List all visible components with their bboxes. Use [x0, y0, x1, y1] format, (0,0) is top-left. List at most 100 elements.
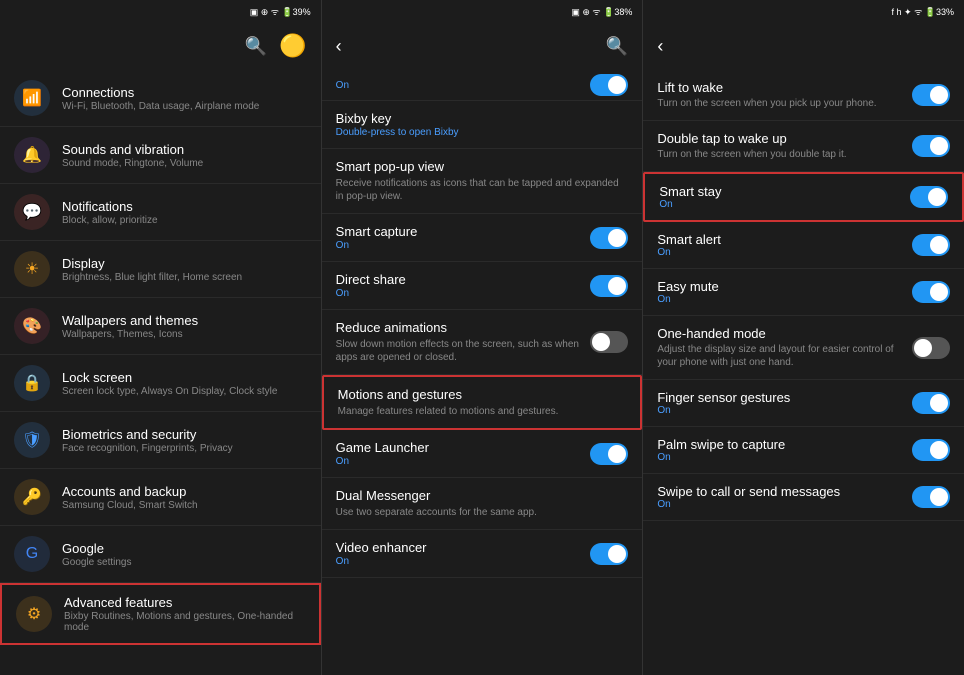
adv-status-smart-capture: On [336, 240, 418, 251]
search-icon-1[interactable]: 🔍 [245, 36, 267, 57]
motion-item-lift-wake[interactable]: Lift to wake Turn on the screen when you… [643, 70, 964, 121]
advanced-list: On Bixby key Double-press to open Bixby … [322, 70, 643, 675]
adv-item-reduce-animations[interactable]: Reduce animations Slow down motion effec… [322, 310, 643, 375]
adv-item-bixby-key[interactable]: Bixby key Double-press to open Bixby [322, 101, 643, 149]
toggle-easy-mute[interactable] [912, 281, 950, 303]
motion-text-finger-sensor: Finger sensor gestures On [657, 390, 902, 416]
settings-item-sounds[interactable]: 🔔 Sounds and vibration Sound mode, Ringt… [0, 127, 321, 184]
item-title-notifications: Notifications [62, 199, 307, 214]
item-subtitle-lockscreen: Screen lock type, Always On Display, Clo… [62, 386, 307, 397]
toggle-video-enhancer[interactable] [590, 543, 628, 565]
item-icon-notifications: 💬 [14, 194, 50, 230]
adv-desc-dual-messenger: Use two separate accounts for the same a… [336, 506, 537, 519]
back-icon-2[interactable]: ‹ [336, 36, 342, 57]
item-icon-google: G [14, 536, 50, 572]
settings-item-connections[interactable]: 📶 Connections Wi-Fi, Bluetooth, Data usa… [0, 70, 321, 127]
battery-icon-1: ▣ ⊕ ᯤ 🔋39% [250, 5, 311, 18]
motion-item-palm-swipe[interactable]: Palm swipe to capture On [643, 427, 964, 474]
settings-item-advanced[interactable]: ⚙ Advanced features Bixby Routines, Moti… [0, 583, 321, 645]
toggle-double-tap-wake[interactable] [912, 135, 950, 157]
toggle-swipe-call[interactable] [912, 486, 950, 508]
back-icon-3[interactable]: ‹ [657, 36, 663, 57]
panel-settings: ▣ ⊕ ᯤ 🔋39% 🔍 🟡 📶 Connections Wi-Fi, Blue… [0, 0, 322, 675]
battery-icon-2: ▣ ⊕ ᯤ 🔋38% [571, 5, 632, 18]
adv-desc-reduce-animations: Slow down motion effects on the screen, … [336, 338, 591, 364]
item-subtitle-display: Brightness, Blue light filter, Home scre… [62, 272, 307, 283]
motions-list: Lift to wake Turn on the screen when you… [643, 70, 964, 675]
toggle-smart-alert[interactable] [912, 234, 950, 256]
item-subtitle-google: Google settings [62, 557, 307, 568]
toggle-partial[interactable] [590, 74, 628, 96]
item-text-wallpapers: Wallpapers and themes Wallpapers, Themes… [62, 313, 307, 340]
toggle-one-handed[interactable] [912, 337, 950, 359]
motion-item-finger-sensor[interactable]: Finger sensor gestures On [643, 380, 964, 427]
motion-desc-one-handed: Adjust the display size and layout for e… [657, 343, 902, 369]
adv-item-text-video-enhancer: Video enhancer On [336, 540, 427, 567]
settings-item-display[interactable]: ☀ Display Brightness, Blue light filter,… [0, 241, 321, 298]
adv-item-video-enhancer[interactable]: Video enhancer On [322, 530, 643, 578]
motion-status-palm-swipe: On [657, 452, 902, 463]
toggle-direct-share[interactable] [590, 275, 628, 297]
status-bar-2: ▣ ⊕ ᯤ 🔋38% [322, 0, 643, 22]
toggle-reduce-animations[interactable] [590, 331, 628, 353]
adv-item-smart-popup[interactable]: Smart pop-up view Receive notifications … [322, 149, 643, 214]
header-1: 🔍 🟡 [0, 22, 321, 70]
item-text-accounts: Accounts and backup Samsung Cloud, Smart… [62, 484, 307, 511]
motion-title-smart-stay: Smart stay [659, 184, 900, 199]
item-title-google: Google [62, 541, 307, 556]
adv-item-game-launcher[interactable]: Game Launcher On [322, 430, 643, 478]
motion-item-double-tap-wake[interactable]: Double tap to wake up Turn on the screen… [643, 121, 964, 172]
motion-status-finger-sensor: On [657, 405, 902, 416]
adv-row-smart-capture: Smart capture On [336, 224, 629, 251]
toggle-smart-stay[interactable] [910, 186, 948, 208]
item-title-biometrics: Biometrics and security [62, 427, 307, 442]
motion-item-swipe-call[interactable]: Swipe to call or send messages On [643, 474, 964, 521]
status-bar-1: ▣ ⊕ ᯤ 🔋39% [0, 0, 321, 22]
adv-item-text-bixby-key: Bixby key Double-press to open Bixby [336, 111, 459, 138]
toggle-game-launcher[interactable] [590, 443, 628, 465]
item-subtitle-notifications: Block, allow, prioritize [62, 215, 307, 226]
item-subtitle-advanced: Bixby Routines, Motions and gestures, On… [64, 611, 305, 633]
item-title-wallpapers: Wallpapers and themes [62, 313, 307, 328]
toggle-lift-wake[interactable] [912, 84, 950, 106]
adv-item-partial[interactable]: On [322, 70, 643, 101]
item-icon-wallpapers: 🎨 [14, 308, 50, 344]
motion-item-easy-mute[interactable]: Easy mute On [643, 269, 964, 316]
adv-title-bixby-key: Bixby key [336, 111, 459, 126]
settings-item-lockscreen[interactable]: 🔒 Lock screen Screen lock type, Always O… [0, 355, 321, 412]
settings-item-accounts[interactable]: 🔑 Accounts and backup Samsung Cloud, Sma… [0, 469, 321, 526]
motion-item-smart-stay[interactable]: Smart stay On [643, 172, 964, 222]
motion-status-smart-stay: On [659, 199, 900, 210]
adv-item-smart-capture[interactable]: Smart capture On [322, 214, 643, 262]
adv-item-motions-gestures[interactable]: Motions and gestures Manage features rel… [322, 375, 643, 430]
motion-item-smart-alert[interactable]: Smart alert On [643, 222, 964, 269]
adv-row-smart-popup: Smart pop-up view Receive notifications … [336, 159, 629, 203]
avatar-1[interactable]: 🟡 [279, 33, 306, 59]
settings-item-biometrics[interactable]: 🛡 Biometrics and security Face recogniti… [0, 412, 321, 469]
motion-text-one-handed: One-handed mode Adjust the display size … [657, 326, 902, 369]
header-2: ‹ 🔍 [322, 22, 643, 70]
item-icon-biometrics: 🛡 [14, 422, 50, 458]
adv-title-video-enhancer: Video enhancer [336, 540, 427, 555]
motion-item-one-handed[interactable]: One-handed mode Adjust the display size … [643, 316, 964, 380]
search-icon-2[interactable]: 🔍 [606, 36, 628, 57]
adv-item-dual-messenger[interactable]: Dual Messenger Use two separate accounts… [322, 478, 643, 530]
adv-item-direct-share[interactable]: Direct share On [322, 262, 643, 310]
motion-desc-double-tap-wake: Turn on the screen when you double tap i… [657, 148, 902, 161]
settings-item-google[interactable]: G Google Google settings [0, 526, 321, 583]
item-text-connections: Connections Wi-Fi, Bluetooth, Data usage… [62, 85, 307, 112]
item-title-advanced: Advanced features [64, 595, 305, 610]
toggle-smart-capture[interactable] [590, 227, 628, 249]
settings-item-notifications[interactable]: 💬 Notifications Block, allow, prioritize [0, 184, 321, 241]
header-3: ‹ [643, 22, 964, 70]
item-text-lockscreen: Lock screen Screen lock type, Always On … [62, 370, 307, 397]
item-icon-lockscreen: 🔒 [14, 365, 50, 401]
adv-status-game-launcher: On [336, 456, 429, 467]
toggle-finger-sensor[interactable] [912, 392, 950, 414]
adv-status-direct-share: On [336, 288, 406, 299]
item-subtitle-wallpapers: Wallpapers, Themes, Icons [62, 329, 307, 340]
toggle-palm-swipe[interactable] [912, 439, 950, 461]
item-icon-advanced: ⚙ [16, 596, 52, 632]
settings-item-wallpapers[interactable]: 🎨 Wallpapers and themes Wallpapers, Them… [0, 298, 321, 355]
motion-text-lift-wake: Lift to wake Turn on the screen when you… [657, 80, 902, 110]
